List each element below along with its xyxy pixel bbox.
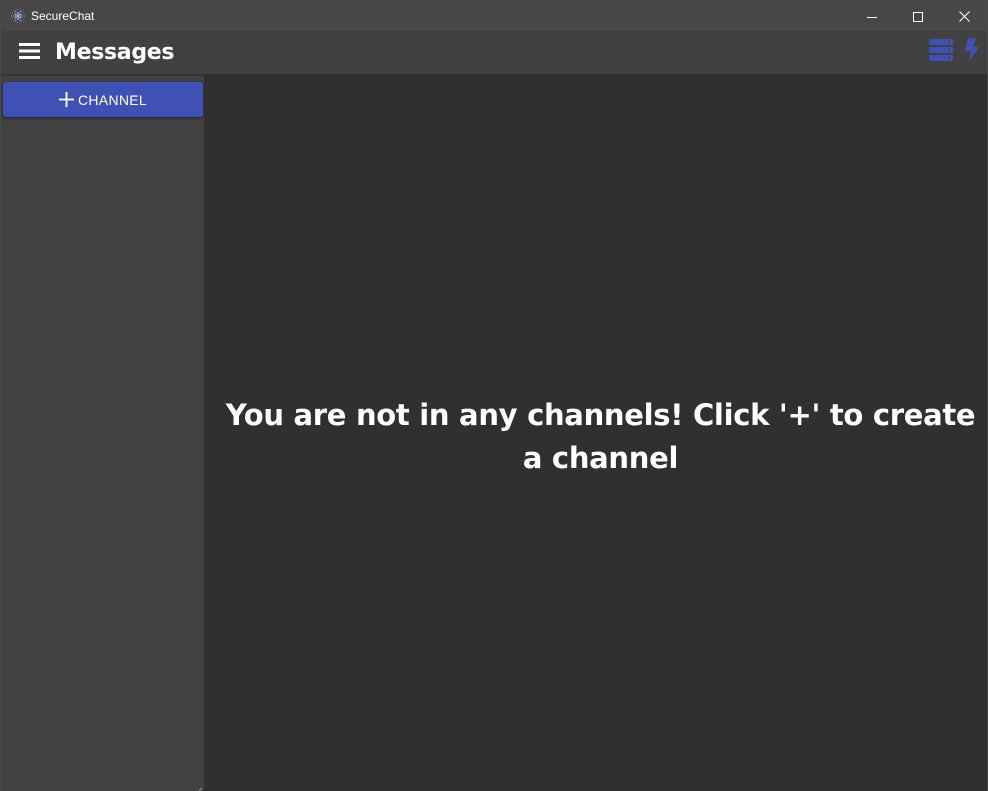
resize-grip-icon[interactable] [194,781,203,791]
menu-button[interactable] [17,41,41,65]
app-bar: Messages [1,31,987,74]
close-button[interactable] [941,1,987,31]
window-titlebar[interactable]: SecureChat [1,1,987,31]
add-channel-label: CHANNEL [77,91,147,108]
window-title: SecureChat [31,9,95,23]
electron-atom-icon [11,9,25,23]
hamburger-menu-icon [18,42,40,64]
plus-icon [59,92,75,108]
app-window: SecureChat Messages CHANNEL You are not … [0,0,988,791]
channel-sidebar: CHANNEL [1,74,204,791]
lightning-bolt-icon [965,38,979,66]
page-title: Messages [55,40,175,65]
servers-button[interactable] [929,39,953,65]
minimize-icon [867,7,877,26]
server-stack-icon [929,39,953,65]
appbar-actions [929,38,979,66]
messages-panel: You are not in any channels! Click '+' t… [204,74,987,791]
close-icon [958,7,970,26]
minimize-button[interactable] [849,1,895,31]
window-controls [849,1,987,31]
empty-state-message: You are not in any channels! Click '+' t… [225,398,976,475]
maximize-button[interactable] [895,1,941,31]
add-channel-button[interactable]: CHANNEL [3,82,203,117]
connection-button[interactable] [965,38,979,66]
maximize-icon [913,7,923,26]
